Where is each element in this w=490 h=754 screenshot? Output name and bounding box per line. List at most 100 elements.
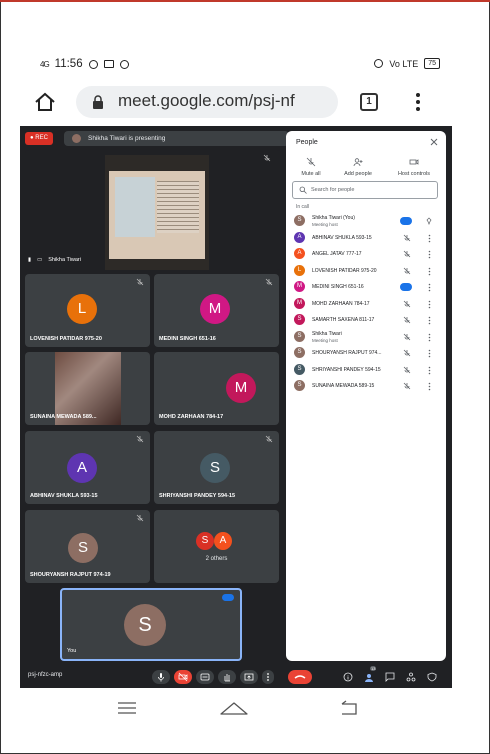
mic-off-icon[interactable] [403, 366, 411, 374]
nav-home-icon[interactable] [219, 698, 249, 718]
participant-role: Meeting host [312, 337, 338, 343]
mic-off-icon[interactable] [403, 234, 411, 242]
more-vert-icon[interactable] [428, 250, 431, 259]
participant-row[interactable]: S Shikha Tiwari (You) Meeting host [286, 213, 446, 229]
people-count-badge: 13 [370, 666, 377, 671]
more-vert-icon[interactable] [428, 382, 431, 391]
captions-icon [200, 673, 210, 681]
more-vert-icon[interactable] [428, 283, 431, 292]
more-button[interactable] [262, 670, 274, 684]
in-call-label: In call [296, 204, 310, 210]
browser-menu-icon[interactable] [415, 92, 421, 112]
mic-off-icon [265, 435, 273, 443]
hang-up-icon [294, 675, 306, 679]
mic-off-icon[interactable] [403, 300, 411, 308]
participant-name: ANGEL JATAV 777-17 [312, 251, 362, 257]
present-button[interactable] [240, 670, 258, 684]
host-controls-button[interactable]: Host controls [389, 157, 439, 177]
captions-button[interactable] [196, 670, 214, 684]
pin-icon[interactable] [425, 217, 433, 225]
mute-all-button[interactable]: Mute all [286, 157, 336, 177]
more-vert-icon[interactable] [428, 366, 431, 375]
participant-avatar: S [294, 314, 305, 325]
mic-off-icon[interactable] [403, 382, 411, 390]
self-view-tile[interactable]: S You [60, 588, 242, 661]
participant-row[interactable]: S SHOURYANSH RAJPUT 974... [286, 345, 446, 361]
browser-toolbar: meet.google.com/psj-nf 1 [0, 82, 490, 122]
participant-row[interactable]: S SAMARTH SAXENA 811-17 [286, 312, 446, 328]
participant-row[interactable]: M MOHD ZARHAAN 784-17 [286, 296, 446, 312]
chat-icon[interactable] [385, 672, 395, 682]
recent-apps-icon[interactable] [117, 700, 137, 716]
more-vert-icon[interactable] [428, 300, 431, 309]
participant-tile[interactable]: S SHOURYANSH RAJPUT 974-19 [25, 510, 150, 583]
participant-tile[interactable]: M MEDINI SINGH 651-16 [154, 274, 279, 347]
mic-off-icon[interactable] [403, 267, 411, 275]
info-icon[interactable] [343, 672, 353, 682]
tab-switcher-button[interactable]: 1 [360, 93, 378, 111]
pin-icon: ▮ [28, 257, 32, 263]
participant-role: Meeting host [312, 222, 338, 227]
app-notification-icon [119, 59, 129, 69]
mic-off-icon[interactable] [403, 333, 411, 341]
more-vert-icon[interactable] [428, 267, 431, 276]
participant-avatar: M [294, 297, 305, 309]
mic-icon [158, 673, 164, 682]
mic-button[interactable] [152, 670, 170, 684]
participant-row[interactable]: A ABHINAV SHUKLA 593-15 [286, 230, 446, 246]
presenting-banner: Shikha Tiwari is presenting [64, 131, 289, 146]
participant-avatar: S [294, 330, 305, 342]
participant-tile[interactable]: SUNAINA MEWADA 589... [25, 352, 150, 425]
mic-off-icon[interactable] [403, 349, 411, 357]
participant-tile[interactable]: A ABHINAV SHUKLA 593-15 [25, 431, 150, 504]
participant-tile[interactable]: M MOHD ZARHAAN 784-17 [154, 352, 279, 425]
activities-icon[interactable] [406, 672, 416, 682]
screen-share-icon: ▭ [37, 257, 43, 263]
more-vert-icon[interactable] [428, 333, 431, 342]
participant-name: MEDINI SINGH 651-16 [159, 336, 216, 342]
close-icon[interactable] [430, 138, 438, 146]
participant-name: Shikha Tiwari (You) [312, 215, 355, 221]
status-bar: 4G 11:56 Vo LTE 75 [40, 58, 440, 74]
network-type: Vo LTE [389, 58, 419, 69]
more-vert-icon[interactable] [428, 234, 431, 243]
presentation-tile[interactable] [25, 150, 281, 270]
participant-tile[interactable]: S SHRIYANSHI PANDEY 594-15 [154, 431, 279, 504]
book-page [115, 177, 155, 237]
people-icon[interactable] [363, 671, 375, 683]
more-vert-icon[interactable] [428, 349, 431, 358]
mic-off-icon [306, 157, 316, 167]
participant-tile[interactable]: L LOVENISH PATIDAR 975-20 [25, 274, 150, 347]
mic-off-icon[interactable] [403, 316, 411, 324]
nav-back-icon[interactable] [338, 698, 360, 718]
participant-name: SHOURYANSH RAJPUT 974... [312, 350, 382, 356]
add-people-button[interactable]: Add people [333, 157, 383, 177]
participant-row[interactable]: S SUNAINA MEWADA 589-15 [286, 378, 446, 394]
participant-row[interactable]: A ANGEL JATAV 777-17 [286, 246, 446, 262]
self-avatar: S [124, 604, 166, 646]
battery-icon: 75 [424, 58, 440, 69]
participant-row[interactable]: S Shikha Tiwari Meeting host [286, 329, 446, 345]
lock-icon [93, 95, 103, 109]
people-search-input[interactable]: Search for people [292, 181, 438, 199]
address-bar[interactable]: meet.google.com/psj-nf [76, 86, 338, 118]
host-controls-icon[interactable] [427, 672, 437, 682]
more-vert-icon[interactable] [428, 316, 431, 325]
leave-call-button[interactable] [288, 670, 312, 684]
participant-avatar: L [294, 264, 305, 276]
speaking-indicator-icon [400, 283, 412, 291]
participant-avatar: S [294, 215, 305, 226]
participant-row[interactable]: M MEDINI SINGH 651-16 [286, 279, 446, 295]
others-tile[interactable]: S A 2 others [154, 510, 279, 583]
participant-row[interactable]: L LOVENISH PATIDAR 975-20 [286, 263, 446, 279]
camera-off-button[interactable] [174, 670, 192, 684]
more-options-icon[interactable] [222, 594, 234, 601]
signal-icon: 4G [40, 59, 50, 69]
participant-name: SHRIYANSHI PANDEY 594-15 [312, 366, 381, 373]
raise-hand-button[interactable] [218, 670, 236, 684]
mic-off-icon[interactable] [403, 250, 411, 258]
participant-row[interactable]: S SHRIYANSHI PANDEY 594-15 [286, 362, 446, 378]
home-icon[interactable] [34, 92, 56, 112]
status-time: 11:56 [54, 58, 83, 70]
avatar: S [68, 533, 98, 563]
